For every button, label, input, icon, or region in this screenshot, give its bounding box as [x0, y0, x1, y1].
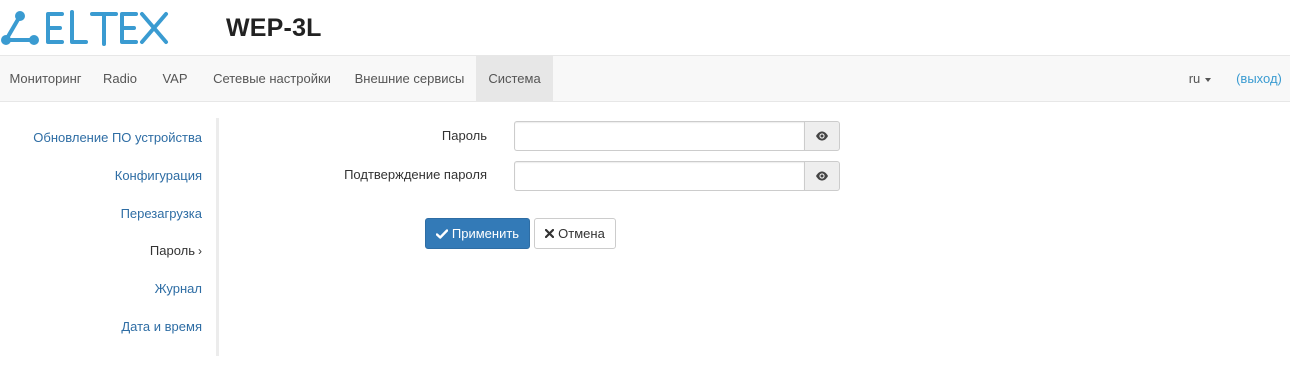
top-navbar: Мониторинг Radio VAP Сетевые настройки В… — [0, 55, 1290, 102]
language-dropdown[interactable]: ru — [1180, 56, 1220, 102]
apply-button-label: Применить — [451, 226, 520, 241]
times-icon — [545, 229, 555, 238]
eye-icon — [816, 171, 828, 181]
logout-link[interactable]: (выход) — [1230, 56, 1288, 102]
confirm-password-input[interactable] — [514, 161, 804, 191]
nav-item-vap[interactable]: VAP — [149, 56, 201, 102]
sidebar-item-reboot[interactable]: Перезагрузка — [121, 206, 202, 221]
sidebar-item-password[interactable]: Пароль › — [150, 243, 202, 258]
sidebar-item-firmware-update[interactable]: Обновление ПО устройства — [33, 130, 202, 145]
nav-item-monitoring[interactable]: Мониторинг — [0, 56, 91, 102]
sidebar-item-label: Пароль — [149, 243, 195, 258]
nav-item-network-settings[interactable]: Сетевые настройки — [201, 56, 343, 102]
sidebar-item-date-time[interactable]: Дата и время — [121, 319, 202, 334]
nav-item-radio[interactable]: Radio — [91, 56, 149, 102]
product-title: WEP-3L — [226, 14, 322, 42]
nav-item-system[interactable]: Система — [476, 56, 553, 102]
nav-item-external-services[interactable]: Внешние сервисы — [343, 56, 476, 102]
sidebar-item-log[interactable]: Журнал — [155, 281, 202, 296]
chevron-right-icon: › — [198, 244, 202, 258]
language-value: ru — [1188, 71, 1201, 86]
password-label: Пароль — [441, 128, 487, 143]
cancel-button-label: Отмена — [558, 226, 605, 241]
password-input[interactable] — [514, 121, 804, 151]
caret-down-icon — [1205, 77, 1212, 82]
header: WEP-3L — [0, 0, 1290, 55]
show-confirm-password-button[interactable] — [804, 161, 840, 191]
eltex-logo[interactable] — [0, 6, 175, 50]
check-icon — [435, 228, 448, 239]
sidebar: Обновление ПО устройства Конфигурация Пе… — [0, 118, 219, 356]
cancel-button[interactable]: Отмена — [534, 218, 616, 249]
eye-icon — [816, 131, 828, 141]
sidebar-item-configuration[interactable]: Конфигурация — [115, 168, 202, 183]
password-input-group — [514, 121, 840, 151]
confirm-password-input-group — [514, 161, 840, 191]
confirm-password-label: Подтверждение пароля — [344, 167, 487, 182]
apply-button[interactable]: Применить — [425, 218, 530, 249]
show-password-button[interactable] — [804, 121, 840, 151]
